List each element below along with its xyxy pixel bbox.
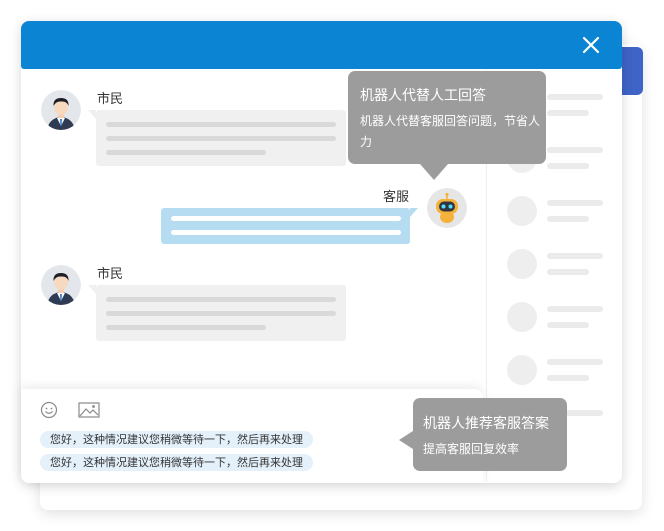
tooltip-title: 机器人推荐客服答案 — [423, 416, 549, 432]
contact-line — [547, 306, 603, 312]
sender-name: 市民 — [97, 267, 124, 282]
citizen-avatar — [41, 265, 81, 305]
sender-name: 市民 — [97, 92, 124, 107]
contact-line — [547, 200, 603, 206]
contact-line — [547, 375, 589, 381]
close-icon — [582, 36, 600, 54]
message-text-placeholder — [106, 325, 266, 330]
person-icon — [41, 90, 81, 130]
contact-avatar — [507, 249, 537, 279]
robot-avatar — [427, 188, 467, 228]
message-bubble — [88, 285, 346, 341]
emoji-icon — [40, 401, 58, 419]
chat-header — [21, 21, 622, 69]
contact-line — [547, 94, 603, 100]
close-button[interactable] — [579, 33, 603, 57]
message-text-placeholder — [106, 150, 266, 155]
message-text-placeholder — [171, 216, 401, 221]
contact-line — [547, 216, 589, 222]
robot-icon — [427, 188, 467, 228]
message-text-placeholder — [106, 122, 336, 127]
contact-avatar — [507, 302, 537, 332]
person-icon — [41, 265, 81, 305]
message-text-placeholder — [106, 297, 336, 302]
tooltip-title: 机器人代替人工回答 — [360, 88, 486, 104]
contact-line — [547, 322, 589, 328]
contact-line — [547, 147, 603, 153]
emoji-button[interactable] — [40, 401, 58, 419]
robot-replace-tooltip: 机器人代替人工回答 机器人代替客服回答问题，节省人力 — [348, 71, 546, 180]
contact-line — [547, 163, 589, 169]
image-icon — [78, 402, 100, 418]
sender-name: 客服 — [383, 190, 410, 205]
message-text-placeholder — [106, 311, 336, 316]
contact-line — [547, 253, 603, 259]
message-bubble — [161, 208, 418, 244]
robot-recommend-tooltip: 机器人推荐客服答案 提高客服回复效率 — [399, 398, 567, 471]
contact-line — [547, 269, 589, 275]
contact-avatar — [507, 196, 537, 226]
tooltip-description: 机器人代替客服回答问题，节省人力 — [360, 114, 541, 149]
citizen-avatar — [41, 90, 81, 130]
contact-avatar — [507, 355, 537, 385]
image-button[interactable] — [78, 402, 100, 418]
message-bubble — [88, 110, 346, 166]
suggested-reply[interactable]: 您好，这种情况建议您稍微等待一下，然后再来处理 — [40, 454, 313, 471]
message-text-placeholder — [171, 230, 401, 235]
contact-line — [547, 359, 603, 365]
suggested-reply[interactable]: 您好，这种情况建议您稍微等待一下，然后再来处理 — [40, 431, 313, 448]
message-text-placeholder — [106, 136, 336, 141]
contact-line — [547, 110, 589, 116]
tooltip-description: 提高客服回复效率 — [423, 442, 520, 456]
